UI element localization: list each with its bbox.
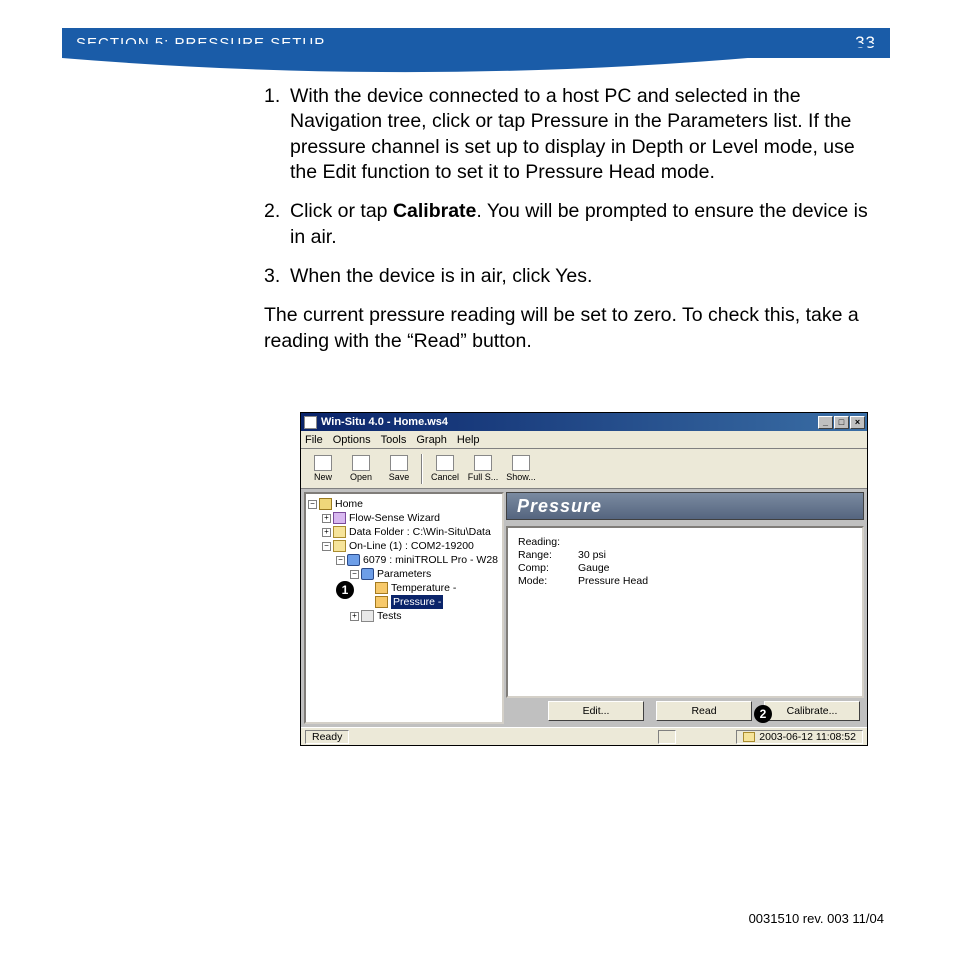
read-button[interactable]: Read — [656, 701, 752, 721]
show-icon — [512, 455, 530, 471]
menu-options[interactable]: Options — [333, 434, 371, 446]
menu-graph[interactable]: Graph — [416, 434, 447, 446]
section-header: SECTION 5: PRESSURE SETUP 33 — [62, 28, 890, 58]
edit-button[interactable]: Edit... — [548, 701, 644, 721]
tree-parameters[interactable]: −Parameters — [308, 567, 500, 581]
toolbar-fullscreen[interactable]: Full S... — [465, 451, 501, 487]
footer-docref: 0031510 rev. 003 11/04 — [749, 911, 884, 926]
comp-label: Comp: — [518, 562, 578, 575]
tree-online[interactable]: −On-Line (1) : COM2-19200 — [308, 539, 500, 553]
instruction-text: 1. With the device connected to a host P… — [264, 84, 874, 354]
tree-tests[interactable]: +Tests — [308, 609, 500, 623]
tree-pressure[interactable]: Pressure - — [308, 595, 500, 609]
parameters-icon — [361, 568, 374, 580]
comp-value: Gauge — [578, 562, 610, 575]
callout-1: 1 — [336, 581, 354, 599]
clock-icon — [743, 732, 755, 742]
menu-help[interactable]: Help — [457, 434, 480, 446]
statusbar: Ready 2003-06-12 11:08:52 — [301, 727, 867, 745]
toolbar-open[interactable]: Open — [343, 451, 379, 487]
panel-title: Pressure — [506, 492, 864, 520]
menu-tools[interactable]: Tools — [381, 434, 407, 446]
window-title: Win-Situ 4.0 - Home.ws4 — [321, 416, 448, 428]
fullscreen-icon — [474, 455, 492, 471]
section-label: SECTION 5: PRESSURE SETUP — [76, 35, 325, 52]
tree-datafolder[interactable]: +Data Folder : C:\Win-Situ\Data — [308, 525, 500, 539]
range-label: Range: — [518, 549, 578, 562]
device-icon — [347, 554, 360, 566]
toolbar-show[interactable]: Show... — [503, 451, 539, 487]
new-icon — [314, 455, 332, 471]
open-icon — [352, 455, 370, 471]
mode-value: Pressure Head — [578, 575, 648, 588]
navigation-tree[interactable]: −Home +Flow-Sense Wizard +Data Folder : … — [304, 492, 504, 724]
callout-2: 2 — [754, 705, 772, 723]
tree-device[interactable]: −6079 : miniTROLL Pro - W28 — [308, 553, 500, 567]
tests-icon — [361, 610, 374, 622]
close-button[interactable]: × — [850, 416, 865, 429]
app-icon — [304, 416, 317, 429]
minimize-button[interactable]: _ — [818, 416, 833, 429]
home-icon — [319, 498, 332, 510]
app-screenshot: Win-Situ 4.0 - Home.ws4 _ □ × File Optio… — [300, 412, 868, 746]
temperature-icon — [375, 582, 388, 594]
panel-body: Reading: Range:30 psi Comp:Gauge Mode:Pr… — [506, 526, 864, 698]
titlebar: Win-Situ 4.0 - Home.ws4 _ □ × — [301, 413, 867, 431]
status-icon-1 — [658, 730, 676, 744]
panel-buttons: Edit... Read Calibrate... — [506, 698, 864, 724]
toolbar-cancel[interactable]: Cancel — [427, 451, 463, 487]
closing-paragraph: The current pressure reading will be set… — [264, 303, 874, 354]
step-2: 2. Click or tap Calibrate. You will be p… — [264, 199, 874, 250]
calibrate-button[interactable]: Calibrate... — [764, 701, 860, 721]
maximize-button[interactable]: □ — [834, 416, 849, 429]
toolbar-save[interactable]: Save — [381, 451, 417, 487]
status-timestamp: 2003-06-12 11:08:52 — [736, 730, 863, 744]
tree-flowsense[interactable]: +Flow-Sense Wizard — [308, 511, 500, 525]
mode-label: Mode: — [518, 575, 578, 588]
toolbar: New Open Save Cancel Full S... Show... — [301, 449, 867, 489]
pressure-icon — [375, 596, 388, 608]
toolbar-new[interactable]: New — [305, 451, 341, 487]
tree-home[interactable]: −Home — [308, 497, 500, 511]
menu-file[interactable]: File — [305, 434, 323, 446]
reading-label: Reading: — [518, 536, 578, 549]
save-icon — [390, 455, 408, 471]
menubar: File Options Tools Graph Help — [301, 431, 867, 449]
wand-icon — [333, 512, 346, 524]
folder-icon — [333, 526, 346, 538]
range-value: 30 psi — [578, 549, 606, 562]
cancel-icon — [436, 455, 454, 471]
step-1: 1. With the device connected to a host P… — [264, 84, 874, 185]
page-number: 33 — [855, 33, 876, 53]
status-ready: Ready — [305, 730, 349, 744]
toolbar-separator — [421, 454, 423, 484]
online-icon — [333, 540, 346, 552]
step-3: 3. When the device is in air, click Yes. — [264, 264, 874, 289]
